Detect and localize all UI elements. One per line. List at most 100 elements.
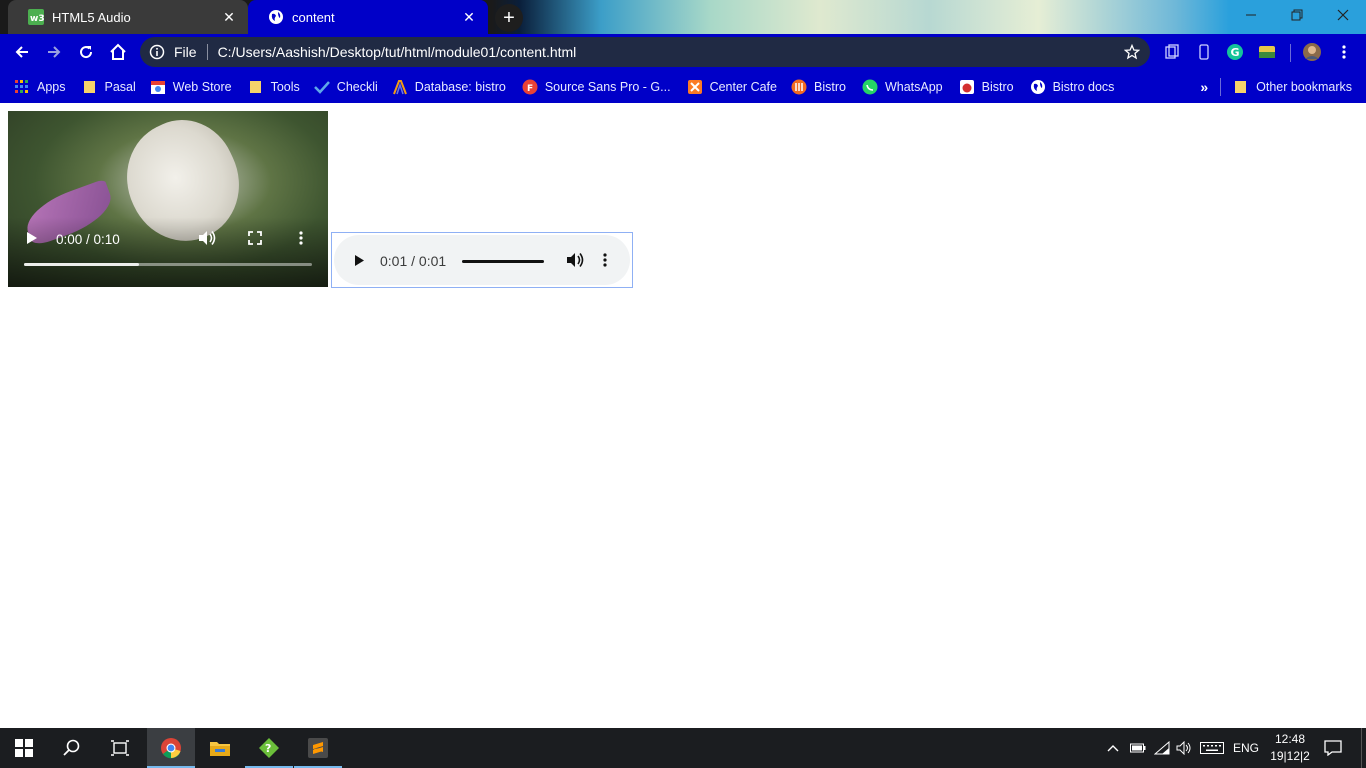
globe-icon — [1030, 79, 1046, 95]
back-arrow-icon — [15, 46, 28, 58]
search-icon — [63, 739, 80, 756]
audio-time: 0:01 / 0:01 — [380, 253, 447, 269]
url-text[interactable]: C:/Users/Aashish/Desktop/tut/html/module… — [218, 44, 1114, 60]
bookmark-checkli[interactable]: Checkli — [313, 79, 378, 95]
svg-text:G: G — [1231, 46, 1240, 59]
svg-text:?: ? — [265, 742, 271, 755]
video-controls: 0:00 / 0:10 — [8, 227, 328, 251]
address-bar[interactable]: File C:/Users/Aashish/Desktop/tut/html/m… — [140, 37, 1150, 67]
bookmark-label: Checkli — [336, 79, 378, 94]
video-progress-bar[interactable] — [24, 263, 312, 266]
system-clock[interactable]: 12:48 19|12|2 — [1262, 731, 1318, 765]
bookmark-bistro-1[interactable]: Bistro — [791, 79, 846, 95]
audio-progress-bar[interactable] — [462, 260, 544, 263]
notification-icon — [1324, 740, 1342, 756]
language-indicator[interactable]: ENG — [1230, 728, 1262, 768]
back-button[interactable] — [8, 38, 36, 66]
svg-text:w3: w3 — [30, 14, 44, 24]
minimize-button[interactable] — [1228, 0, 1274, 30]
show-hidden-icons[interactable] — [1104, 728, 1122, 768]
new-tab-button[interactable]: + — [495, 4, 523, 32]
apps-grid-icon — [14, 79, 30, 95]
tab-content[interactable]: content ✕ — [248, 0, 488, 34]
other-bookmarks-folder[interactable]: Other bookmarks — [1233, 79, 1352, 95]
tab-html5-audio[interactable]: w3 HTML5 Audio ✕ — [8, 0, 248, 34]
taskbar-sublime-text[interactable] — [294, 728, 342, 768]
bookmarks-divider — [1220, 77, 1222, 96]
extension-copy-icon[interactable] — [1162, 42, 1182, 62]
clock-date: 19|12|2 — [1270, 749, 1310, 763]
tab-strip: w3 HTML5 Audio ✕ content ✕ + — [0, 0, 1366, 34]
extension-phone-icon[interactable] — [1194, 42, 1214, 62]
bookmark-bistro-2[interactable]: Bistro — [959, 79, 1014, 95]
bookmark-label: Bistro — [981, 79, 1014, 94]
info-icon[interactable] — [140, 44, 174, 60]
audio-player[interactable]: 0:01 / 0:01 — [334, 235, 630, 285]
bookmark-tools[interactable]: Tools — [248, 79, 300, 95]
start-button[interactable] — [0, 728, 48, 768]
bookmarks-right: » Other bookmarks — [1200, 70, 1352, 103]
reload-button[interactable] — [72, 38, 100, 66]
profile-avatar[interactable] — [1302, 42, 1322, 62]
home-icon — [110, 43, 126, 60]
folder-icon — [1233, 79, 1249, 95]
bookmarks-overflow-button[interactable]: » — [1200, 79, 1208, 95]
task-view-button[interactable] — [96, 728, 144, 768]
bookmark-pasal[interactable]: Pasal — [82, 79, 136, 95]
bookmark-label: Database: bistro — [414, 79, 506, 94]
file-explorer-icon — [210, 742, 230, 756]
bookmark-web-store[interactable]: Web Store — [150, 79, 232, 95]
action-center-button[interactable] — [1320, 728, 1346, 768]
video-play-icon[interactable] — [26, 231, 40, 248]
chrome-icon — [161, 738, 181, 759]
audio-more-icon[interactable] — [602, 252, 608, 271]
browser-menu-icon[interactable] — [1334, 42, 1354, 62]
bookmark-source-sans-pro[interactable]: F Source Sans Pro - G... — [522, 79, 671, 95]
video-player[interactable]: 0:00 / 0:10 — [8, 111, 328, 287]
bookmark-label: Tools — [270, 79, 300, 94]
audio-volume-icon[interactable] — [566, 252, 584, 271]
taskbar-chrome[interactable] — [147, 728, 195, 768]
home-button[interactable] — [104, 38, 132, 66]
show-desktop-button[interactable] — [1361, 728, 1366, 768]
video-more-icon[interactable] — [298, 230, 304, 249]
bookmark-apps[interactable]: Apps — [14, 79, 66, 95]
close-tab-icon[interactable]: ✕ — [460, 8, 478, 26]
tab-title: HTML5 Audio — [52, 9, 131, 25]
battery-icon[interactable] — [1128, 728, 1148, 768]
wifi-icon[interactable] — [1152, 728, 1172, 768]
phpmyadmin-icon — [392, 79, 408, 95]
grammarly-icon[interactable]: G — [1225, 42, 1245, 62]
webstore-icon — [150, 79, 166, 95]
bookmark-database-bistro[interactable]: Database: bistro — [392, 79, 506, 95]
bistro-icon — [791, 79, 807, 95]
speaker-icon[interactable] — [1174, 728, 1194, 768]
checkmark-icon — [313, 79, 330, 95]
search-button[interactable] — [48, 728, 96, 768]
video-fullscreen-icon[interactable] — [248, 230, 262, 248]
windows-logo-icon — [15, 739, 33, 757]
video-volume-icon[interactable] — [198, 230, 216, 249]
bookmark-center-cafe[interactable]: Center Cafe — [687, 79, 777, 95]
xampp-icon — [687, 79, 703, 95]
close-tab-icon[interactable]: ✕ — [220, 8, 238, 26]
bookmark-whatsapp[interactable]: WhatsApp — [862, 79, 943, 95]
scheme-label: File — [174, 44, 208, 60]
reload-icon — [80, 46, 93, 59]
bookmark-bistro-docs[interactable]: Bistro docs — [1030, 79, 1114, 95]
taskbar-unknown-app[interactable]: ? — [245, 728, 293, 768]
close-window-button[interactable] — [1320, 0, 1366, 30]
bookmark-star-icon[interactable] — [1114, 44, 1150, 60]
taskbar-file-explorer[interactable] — [196, 728, 244, 768]
globe-icon — [268, 9, 284, 25]
audio-play-icon[interactable] — [354, 254, 365, 270]
restore-button[interactable] — [1274, 0, 1320, 30]
help-diamond-icon: ? — [259, 738, 279, 758]
whatsapp-icon — [862, 79, 878, 95]
video-time: 0:00 / 0:10 — [56, 231, 120, 247]
keyboard-icon[interactable] — [1199, 728, 1225, 768]
forward-button[interactable] — [40, 38, 68, 66]
extension-card-icon[interactable] — [1257, 42, 1277, 62]
svg-text:F: F — [527, 84, 533, 94]
bookmark-label: Bistro — [813, 79, 846, 94]
